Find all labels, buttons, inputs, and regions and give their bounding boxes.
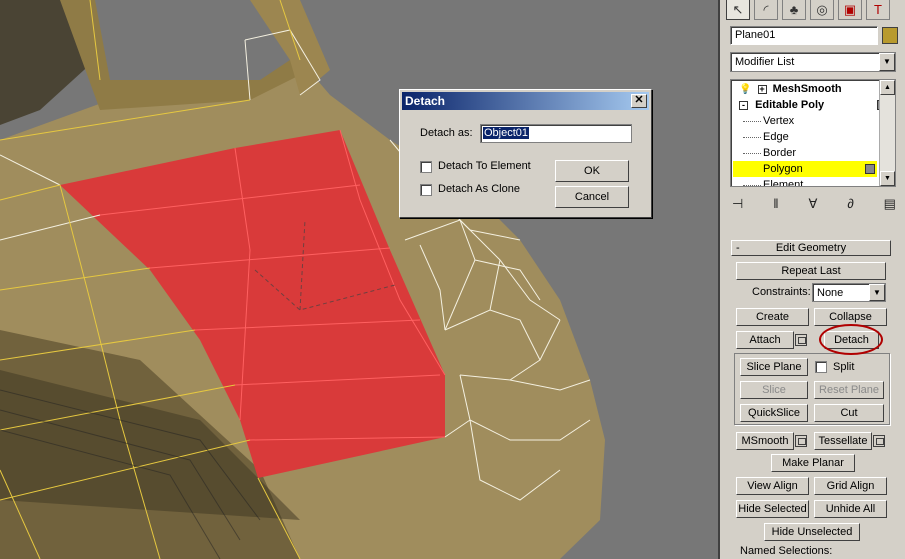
stack-item-border[interactable]: Border — [763, 145, 877, 161]
create-tab-icon[interactable]: ↖ — [726, 0, 750, 20]
detach-dialog: Detach ✕ Detach as: Object01 Detach To E… — [399, 89, 652, 218]
modify-tab-icon[interactable]: ◜ — [754, 0, 778, 20]
detach-to-element-label: Detach To Element — [438, 160, 531, 172]
msmooth-button[interactable]: MSmooth — [736, 432, 794, 450]
make-planar-button[interactable]: Make Planar — [771, 454, 855, 472]
command-panel: ↖ ◜ ♣ ◎ ▣ T Plane01 Modifier List ▼ 💡 + … — [718, 0, 905, 559]
motion-tab-icon[interactable]: ◎ — [810, 0, 834, 20]
cut-button[interactable]: Cut — [814, 404, 884, 422]
viewport-mesh[interactable] — [0, 0, 718, 559]
configure-sets-icon[interactable]: ▤ — [884, 196, 896, 212]
named-selections-label: Named Selections: — [740, 545, 833, 557]
tessellate-button[interactable]: Tessellate — [814, 432, 872, 450]
constraints-value: None — [817, 287, 844, 299]
make-unique-icon[interactable]: ∀ — [809, 196, 818, 212]
grid-align-button[interactable]: Grid Align — [814, 477, 887, 495]
utilities-tab-icon[interactable]: T — [866, 0, 890, 20]
remove-modifier-icon[interactable]: ∂ — [847, 196, 853, 212]
modifier-list-dropdown[interactable]: Modifier List ▼ — [730, 52, 896, 72]
modifier-stack[interactable]: 💡 + MeshSmooth - Editable Poly Vertex Ed… — [730, 79, 896, 187]
modifier-list-label: Modifier List — [735, 56, 795, 68]
attach-button[interactable]: Attach — [736, 331, 794, 349]
dialog-title: Detach — [405, 94, 446, 108]
stack-item-editable-poly[interactable]: - Editable Poly — [739, 97, 887, 113]
hide-selected-button[interactable]: Hide Selected — [736, 500, 809, 518]
hide-unselected-button[interactable]: Hide Unselected — [764, 523, 860, 541]
lightbulb-icon[interactable]: 💡 — [739, 84, 751, 95]
chevron-down-icon[interactable]: ▼ — [880, 171, 895, 186]
object-name-field[interactable]: Plane01 — [730, 26, 878, 45]
edit-geometry-rollout-header[interactable]: - Edit Geometry — [731, 240, 891, 256]
ok-button[interactable]: OK — [555, 160, 629, 182]
chevron-down-icon[interactable]: ▼ — [879, 53, 895, 71]
stack-item-meshsmooth[interactable]: 💡 + MeshSmooth — [739, 81, 883, 97]
reset-plane-button[interactable]: Reset Plane — [814, 381, 884, 399]
dialog-titlebar[interactable]: Detach ✕ — [402, 92, 649, 110]
edit-geometry-title: Edit Geometry — [775, 242, 847, 254]
annotation-circle — [819, 324, 883, 355]
detach-as-clone-checkbox[interactable] — [420, 184, 432, 196]
stack-item-label: Editable Poly — [755, 99, 825, 111]
cancel-button[interactable]: Cancel — [555, 186, 629, 208]
hierarchy-tab-icon[interactable]: ♣ — [782, 0, 806, 20]
show-end-result-icon[interactable]: ǁ — [773, 196, 778, 212]
split-checkbox[interactable] — [815, 361, 827, 373]
attach-settings-icon[interactable] — [795, 334, 807, 346]
stack-item-indicator — [865, 164, 875, 174]
pin-stack-icon[interactable]: ⊣ — [732, 196, 743, 212]
split-label: Split — [833, 361, 855, 373]
collapse-icon[interactable]: - — [736, 241, 740, 255]
detach-as-label: Detach as: — [420, 127, 473, 139]
detach-as-value: Object01 — [483, 127, 530, 139]
command-panel-tabs: ↖ ◜ ♣ ◎ ▣ T — [726, 0, 890, 20]
view-align-button[interactable]: View Align — [736, 477, 809, 495]
stack-item-edge[interactable]: Edge — [763, 129, 877, 145]
stack-item-polygon[interactable]: Polygon — [733, 161, 877, 177]
msmooth-settings-icon[interactable] — [795, 435, 807, 447]
constraints-label: Constraints: — [752, 286, 811, 298]
detach-as-input[interactable]: Object01 — [480, 124, 632, 143]
expand-icon[interactable]: + — [757, 85, 767, 94]
object-color-swatch[interactable] — [882, 27, 898, 44]
display-tab-icon[interactable]: ▣ — [838, 0, 862, 20]
viewport[interactable] — [0, 0, 718, 559]
constraints-dropdown[interactable]: None ▼ — [812, 283, 886, 302]
tessellate-settings-icon[interactable] — [873, 435, 885, 447]
stack-item-label: Polygon — [763, 163, 803, 175]
chevron-up-icon[interactable]: ▲ — [880, 80, 895, 95]
stack-item-label: MeshSmooth — [772, 83, 842, 95]
create-button[interactable]: Create — [736, 308, 809, 326]
stack-scrollbar[interactable]: ▲ ▼ — [879, 80, 895, 186]
slice-button[interactable]: Slice — [740, 381, 808, 399]
collapse-icon[interactable]: - — [739, 101, 748, 110]
slice-plane-button[interactable]: Slice Plane — [740, 358, 808, 376]
stack-item-element[interactable]: Element — [763, 177, 877, 186]
stack-item-vertex[interactable]: Vertex — [763, 113, 877, 129]
detach-to-element-checkbox[interactable] — [420, 161, 432, 173]
unhide-all-button[interactable]: Unhide All — [814, 500, 887, 518]
stack-toolbar: ⊣ ǁ ∀ ∂ ▤ — [732, 196, 896, 212]
repeat-last-button[interactable]: Repeat Last — [736, 262, 886, 280]
chevron-down-icon[interactable]: ▼ — [869, 284, 885, 301]
detach-as-clone-label: Detach As Clone — [438, 183, 520, 195]
close-icon[interactable]: ✕ — [631, 94, 647, 108]
quickslice-button[interactable]: QuickSlice — [740, 404, 808, 422]
